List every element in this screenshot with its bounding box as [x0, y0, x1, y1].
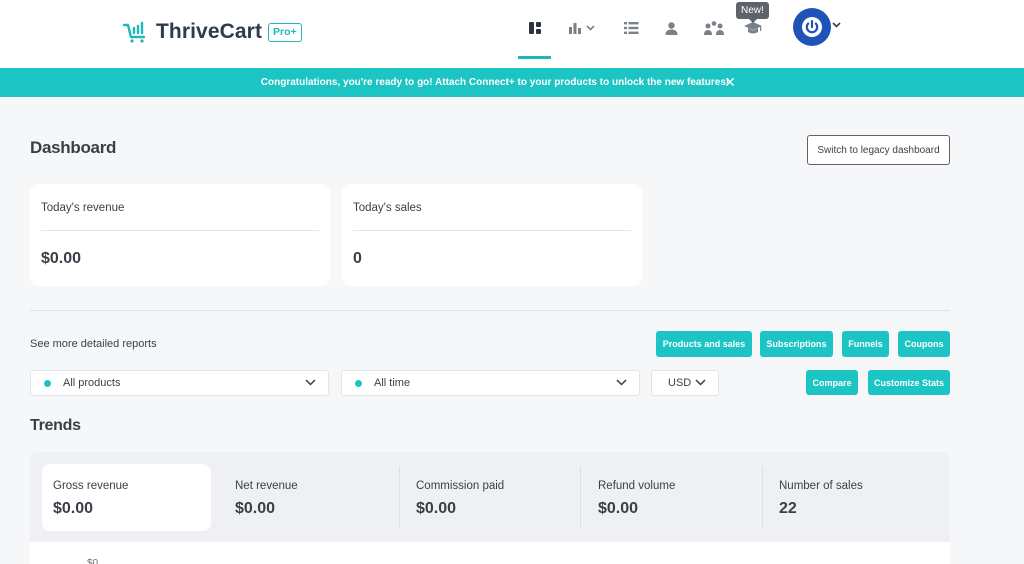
- account-chevron-down-icon[interactable]: [832, 22, 841, 28]
- banner-close-icon[interactable]: ✕: [724, 75, 736, 89]
- subscriptions-button[interactable]: Subscriptions: [760, 331, 833, 357]
- metric-label: Refund volume: [598, 480, 676, 492]
- user-icon: [665, 21, 677, 35]
- trends-title: Trends: [30, 417, 81, 434]
- select-value: All products: [63, 377, 121, 389]
- metric-gross-revenue[interactable]: Gross revenue $0.00: [42, 464, 211, 531]
- metric-separator: [399, 466, 400, 528]
- page-title: Dashboard: [30, 138, 117, 157]
- brand-name: ThriveCart: [156, 20, 263, 43]
- customize-stats-button[interactable]: Customize Stats: [868, 370, 950, 395]
- metric-refund-volume[interactable]: Refund volume $0.00: [587, 464, 757, 531]
- nav-affiliates[interactable]: [702, 14, 726, 42]
- compare-button[interactable]: Compare: [806, 370, 858, 395]
- card-value: 0: [353, 250, 362, 267]
- metric-label: Net revenue: [235, 480, 298, 492]
- metric-value: 22: [779, 500, 797, 517]
- metric-separator: [580, 466, 581, 528]
- card-divider: [41, 230, 319, 231]
- metric-value: $0.00: [598, 500, 639, 517]
- section-divider: [30, 310, 950, 311]
- new-badge: New!: [736, 2, 769, 23]
- products-and-sales-button[interactable]: Products and sales: [656, 331, 752, 357]
- metric-value: $0.00: [416, 500, 457, 517]
- cart-logo-icon: [122, 21, 146, 43]
- metric-value: $0.00: [235, 500, 276, 517]
- select-value: All time: [374, 377, 411, 389]
- card-label: Today's revenue: [41, 202, 125, 214]
- metric-label: Commission paid: [416, 480, 505, 492]
- top-header: ThriveCart Pro+ New!: [0, 0, 1024, 68]
- todays-revenue-card: Today's revenue $0.00: [30, 184, 330, 286]
- funnels-button[interactable]: Funnels: [842, 331, 889, 357]
- select-value: USD: [668, 377, 692, 389]
- card-value: $0.00: [41, 250, 82, 267]
- status-dot: [355, 379, 362, 387]
- list-icon: [623, 22, 638, 34]
- thrivecart-logo[interactable]: ThriveCart Pro+: [122, 20, 302, 44]
- metric-commission-paid[interactable]: Commission paid $0.00: [405, 464, 575, 531]
- chevron-down-icon: [616, 379, 627, 386]
- account-avatar[interactable]: [793, 8, 831, 46]
- todays-sales-card: Today's sales 0: [342, 184, 642, 286]
- connect-plus-banner: Congratulations, you're ready to go! Att…: [0, 68, 1024, 97]
- reports-chart-icon: [569, 23, 581, 34]
- metric-label: Number of sales: [779, 480, 863, 492]
- chevron-down-icon: [305, 379, 316, 386]
- coupons-button[interactable]: Coupons: [898, 331, 950, 357]
- active-nav-indicator: [518, 56, 551, 59]
- nav-reports[interactable]: [566, 14, 598, 42]
- nav-dashboard[interactable]: [524, 14, 546, 42]
- metric-separator: [762, 466, 763, 528]
- chevron-down-icon: [695, 379, 706, 386]
- timeframe-filter-select[interactable]: All time: [341, 370, 640, 396]
- metric-label: Gross revenue: [53, 480, 129, 492]
- affiliates-icon: [704, 21, 724, 35]
- card-label: Today's sales: [353, 202, 422, 214]
- banner-message: Congratulations, you're ready to go! Att…: [260, 77, 730, 88]
- dashboard-icon: [529, 22, 541, 34]
- reports-label: See more detailed reports: [30, 338, 157, 350]
- switch-legacy-dashboard-button[interactable]: Switch to legacy dashboard: [807, 135, 950, 165]
- metric-net-revenue[interactable]: Net revenue $0.00: [224, 464, 394, 531]
- products-filter-select[interactable]: All products: [30, 370, 329, 396]
- currency-select[interactable]: USD: [651, 370, 719, 396]
- nav-customers[interactable]: [660, 14, 682, 42]
- card-divider: [353, 230, 631, 231]
- trends-chart-area: [30, 542, 950, 564]
- graduation-cap-icon: [744, 21, 762, 33]
- metric-number-of-sales[interactable]: Number of sales 22: [768, 464, 938, 531]
- chevron-down-icon: [586, 25, 595, 31]
- plan-badge: Pro+: [268, 22, 302, 42]
- chart-axis-label: $0: [87, 558, 99, 564]
- nav-products-list[interactable]: [620, 14, 642, 42]
- status-dot: [44, 379, 51, 387]
- power-icon: [802, 17, 822, 37]
- metric-value: $0.00: [53, 500, 94, 517]
